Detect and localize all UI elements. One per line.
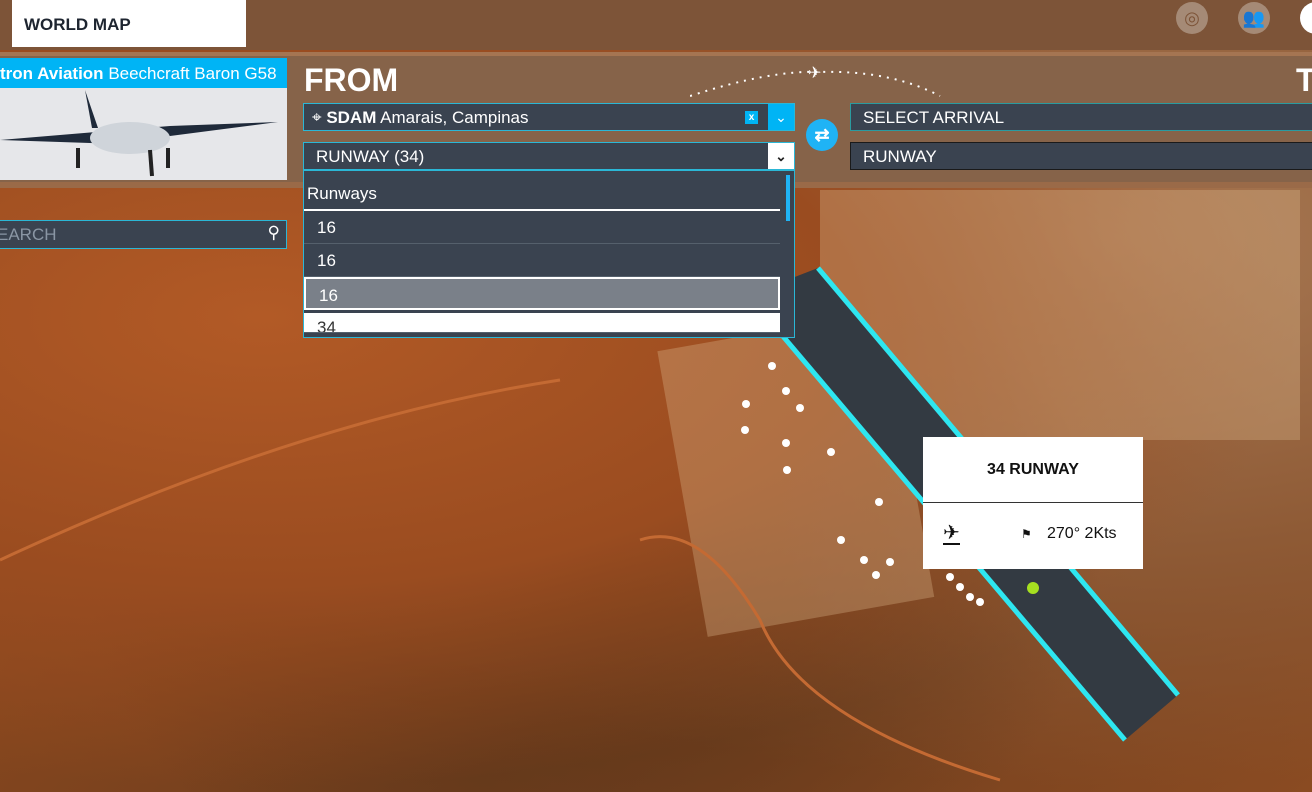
runway-option-highlighted[interactable]: 16 xyxy=(304,277,780,310)
top-bar: WORLD MAP ◎ 👥 ● xyxy=(0,0,1312,50)
chevron-down-icon[interactable]: ⌄ xyxy=(768,104,794,130)
runway-info-popup: 34 RUNWAY ✈ ⚑ 270° 2Kts xyxy=(923,437,1143,569)
departure-runway-select[interactable]: RUNWAY (34) ⌄ xyxy=(303,142,795,170)
aircraft-image xyxy=(0,88,287,180)
chevron-down-icon[interactable]: ⌄ xyxy=(768,143,794,169)
arrival-airport-select[interactable]: SELECT ARRIVAL xyxy=(850,103,1312,131)
arrival-runway-select[interactable]: RUNWAY xyxy=(850,142,1312,170)
from-heading: FROM xyxy=(304,62,399,98)
departure-icon: ✈ xyxy=(943,522,960,545)
to-heading: T xyxy=(1296,62,1312,98)
windsock-icon: ⚑ xyxy=(1021,527,1032,541)
dropdown-scrollbar[interactable] xyxy=(786,175,790,221)
runway-value: RUNWAY (34) xyxy=(316,147,425,166)
start-position-marker[interactable] xyxy=(1027,582,1039,594)
runway-option[interactable]: 16 xyxy=(304,244,780,277)
tab-world-map[interactable]: WORLD MAP xyxy=(12,0,246,47)
aircraft-brand: tron Aviation xyxy=(0,64,104,83)
multiplayer-icon[interactable]: 👥 xyxy=(1238,2,1270,34)
search-icon[interactable]: ⚲ xyxy=(268,223,280,243)
swap-button[interactable]: ⇄ xyxy=(806,119,838,151)
wind-info: 270° 2Kts xyxy=(1047,525,1117,542)
dropdown-header: Runways xyxy=(304,171,780,211)
aircraft-card[interactable]: tron Aviation Beechcraft Baron G58 xyxy=(0,58,287,180)
airplane-icon: ✈ xyxy=(808,65,821,82)
search-input[interactable]: EARCH ⚲ xyxy=(0,220,287,249)
runway-dropdown[interactable]: Runways 16 16 16 34 xyxy=(303,170,795,338)
departure-airport-select[interactable]: ⌖ SDAM Amarais, Campinas x ⌄ xyxy=(303,103,795,131)
radar-icon[interactable]: ◎ xyxy=(1176,2,1208,34)
runway-option[interactable]: 16 xyxy=(304,211,780,244)
aircraft-model: Beechcraft Baron G58 xyxy=(108,64,277,83)
location-icon: ⌖ xyxy=(312,108,322,127)
runway-option[interactable]: 34 xyxy=(304,313,780,333)
search-placeholder: EARCH xyxy=(0,225,57,244)
aircraft-title: tron Aviation Beechcraft Baron G58 xyxy=(0,58,287,88)
airport-code: SDAM xyxy=(326,108,377,127)
airport-name: Amarais, Campinas xyxy=(380,108,529,127)
clear-button[interactable]: x xyxy=(745,111,758,124)
popup-title: 34 RUNWAY xyxy=(923,437,1143,503)
profile-icon[interactable]: ● xyxy=(1300,2,1312,34)
